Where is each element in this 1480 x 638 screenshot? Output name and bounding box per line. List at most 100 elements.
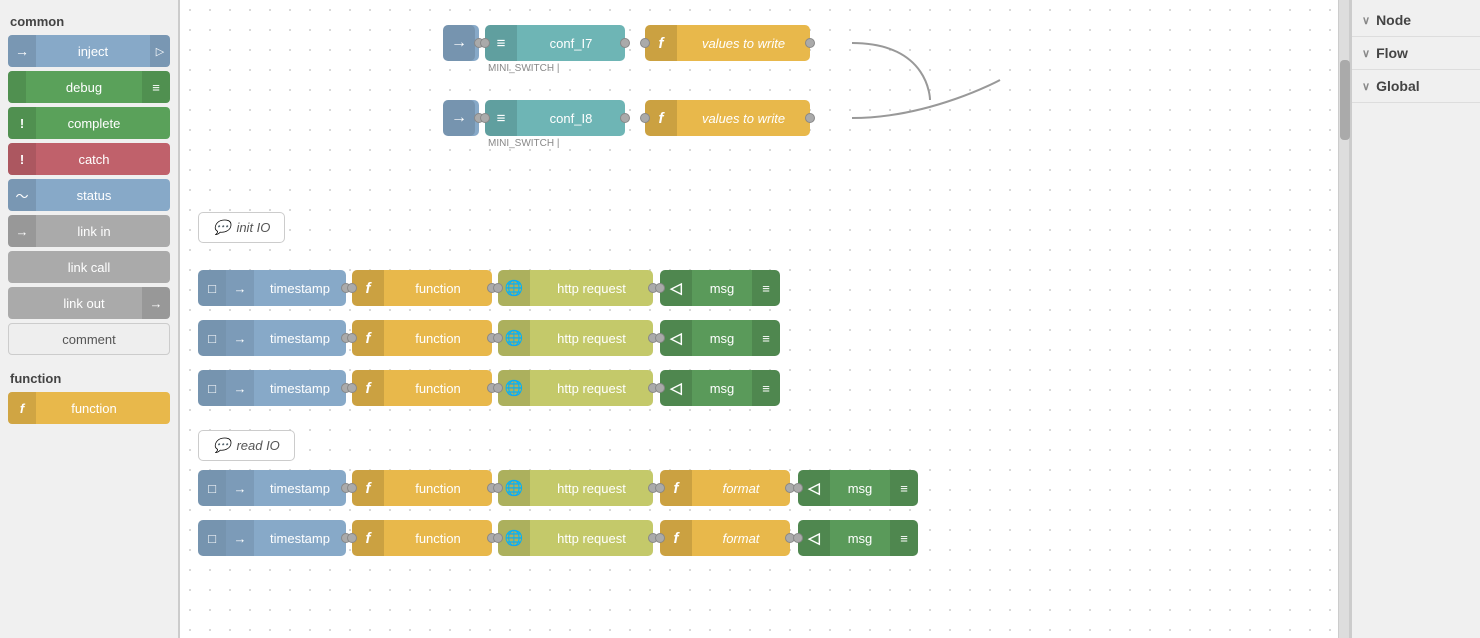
link-in-icon: → — [8, 215, 36, 247]
right-flow-label: Flow — [1376, 45, 1408, 61]
msg2-node[interactable]: ◁ msg ≡ — [660, 320, 780, 356]
conf-i8-inject-node[interactable]: → — [443, 100, 479, 136]
msg3-port-left — [655, 383, 665, 393]
msg3-node[interactable]: ◁ msg ≡ — [660, 370, 780, 406]
msg1-node[interactable]: ◁ msg ≡ — [660, 270, 780, 306]
fmt5-node[interactable]: f format — [660, 520, 790, 556]
ts4-arrow-icon: → — [226, 470, 254, 506]
conf-i8-node[interactable]: ≡ conf_I8 — [485, 100, 625, 136]
ts1-left-icon: □ — [198, 270, 226, 306]
sidebar-inject-label: inject — [36, 44, 150, 59]
http3-label: http request — [530, 381, 653, 396]
fn4-label: function — [384, 481, 492, 496]
sidebar-status-label: status — [36, 188, 152, 203]
status-icon: 〜 — [8, 179, 36, 211]
sidebar-node-inject[interactable]: → inject ▷ — [8, 35, 170, 67]
sidebar-section-common: common — [0, 8, 178, 33]
sidebar-node-status[interactable]: 〜 status — [8, 179, 170, 211]
ts3-left-icon: □ — [198, 370, 226, 406]
msgout4-label: msg — [830, 481, 890, 496]
fn1-label: function — [384, 281, 492, 296]
fn3-node[interactable]: f function — [352, 370, 492, 406]
conf-i8-func-node[interactable]: f values to write — [645, 100, 810, 136]
fmt5-port-left — [655, 533, 665, 543]
right-section-flow[interactable]: ∨ Flow — [1352, 37, 1480, 70]
http5-node[interactable]: 🌐 http request — [498, 520, 653, 556]
http2-node[interactable]: 🌐 http request — [498, 320, 653, 356]
fmt4-label: format — [692, 481, 790, 496]
comment-init-label: init IO — [236, 220, 270, 235]
inject-arrow-icon: → — [443, 25, 475, 61]
right-section-node[interactable]: ∨ Node — [1352, 4, 1480, 37]
msgout5-port-left — [793, 533, 803, 543]
http5-port-left — [493, 533, 503, 543]
comment-init-io[interactable]: 💬 init IO — [198, 212, 285, 243]
ts5-node[interactable]: □ → timestamp — [198, 520, 346, 556]
msgout4-node[interactable]: ◁ msg ≡ — [798, 470, 918, 506]
conf-i7-inject-node[interactable]: → — [443, 25, 479, 61]
sidebar-node-complete[interactable]: ! complete — [8, 107, 170, 139]
http1-port-left — [493, 283, 503, 293]
comment-read-io[interactable]: 💬 read IO — [198, 430, 295, 461]
fmt4-node[interactable]: f format — [660, 470, 790, 506]
fn5-node[interactable]: f function — [352, 520, 492, 556]
ts4-left-icon: □ — [198, 470, 226, 506]
conf-i7-func-node[interactable]: f values to write — [645, 25, 810, 61]
debug-port-left — [8, 71, 26, 103]
flow-canvas[interactable]: → ≡ conf_I7 MINI_SWITCH | f values to wr… — [180, 0, 1338, 638]
catch-icon: ! — [8, 143, 36, 175]
fmt4-port-left — [655, 483, 665, 493]
fn2-port-left — [347, 333, 357, 343]
sidebar-node-function[interactable]: f function — [8, 392, 170, 424]
fmt5-label: format — [692, 531, 790, 546]
sidebar-section-function: function — [0, 365, 178, 390]
scroll-track[interactable] — [1338, 0, 1350, 638]
http3-node[interactable]: 🌐 http request — [498, 370, 653, 406]
msgout5-node[interactable]: ◁ msg ≡ — [798, 520, 918, 556]
ts1-label: timestamp — [254, 281, 346, 296]
conf-i8-func-port-right — [805, 113, 815, 123]
sidebar-link-out-label: link out — [26, 296, 142, 311]
conf-i7-node[interactable]: ≡ conf_I7 — [485, 25, 625, 61]
sidebar-node-link-call[interactable]: link call — [8, 251, 170, 283]
conf-i7-label: conf_I7 — [517, 36, 625, 51]
ts2-node[interactable]: □ → timestamp — [198, 320, 346, 356]
sidebar-function-label: function — [36, 401, 152, 416]
conf-i7-port-right — [620, 38, 630, 48]
http4-port-left — [493, 483, 503, 493]
right-section-global[interactable]: ∨ Global — [1352, 70, 1480, 103]
msgout4-lines-icon: ≡ — [890, 470, 918, 506]
sidebar-node-catch[interactable]: ! catch — [8, 143, 170, 175]
ts1-arrow-icon: → — [226, 270, 254, 306]
sidebar-catch-label: catch — [36, 152, 152, 167]
sidebar-node-link-out[interactable]: link out → — [8, 287, 170, 319]
msg2-port-left — [655, 333, 665, 343]
ts3-node[interactable]: □ → timestamp — [198, 370, 346, 406]
http1-node[interactable]: 🌐 http request — [498, 270, 653, 306]
scroll-thumb[interactable] — [1340, 60, 1350, 140]
fn1-node[interactable]: f function — [352, 270, 492, 306]
sidebar-complete-label: complete — [36, 116, 152, 131]
sidebar-debug-label: debug — [26, 80, 142, 95]
msg3-label: msg — [692, 381, 752, 396]
mini-switch-label-i7: MINI_SWITCH | — [488, 63, 559, 74]
http1-label: http request — [530, 281, 653, 296]
http4-node[interactable]: 🌐 http request — [498, 470, 653, 506]
right-node-label: Node — [1376, 12, 1411, 28]
http2-label: http request — [530, 331, 653, 346]
sidebar: common → inject ▷ debug ≡ ! complete ! c… — [0, 0, 180, 638]
ts1-node[interactable]: □ → timestamp — [198, 270, 346, 306]
sidebar-link-call-label: link call — [26, 260, 152, 275]
fn1-port-left — [347, 283, 357, 293]
flow-chevron-icon: ∨ — [1362, 47, 1370, 60]
ts4-node[interactable]: □ → timestamp — [198, 470, 346, 506]
sidebar-node-debug[interactable]: debug ≡ — [8, 71, 170, 103]
right-global-label: Global — [1376, 78, 1420, 94]
sidebar-node-link-in[interactable]: → link in — [8, 215, 170, 247]
fn4-node[interactable]: f function — [352, 470, 492, 506]
fn2-node[interactable]: f function — [352, 320, 492, 356]
comment-read-label: read IO — [236, 438, 279, 453]
inject-port-right: ▷ — [150, 35, 170, 67]
sidebar-node-comment[interactable]: comment — [8, 323, 170, 355]
mini-switch-label-i8: MINI_SWITCH | — [488, 138, 559, 149]
